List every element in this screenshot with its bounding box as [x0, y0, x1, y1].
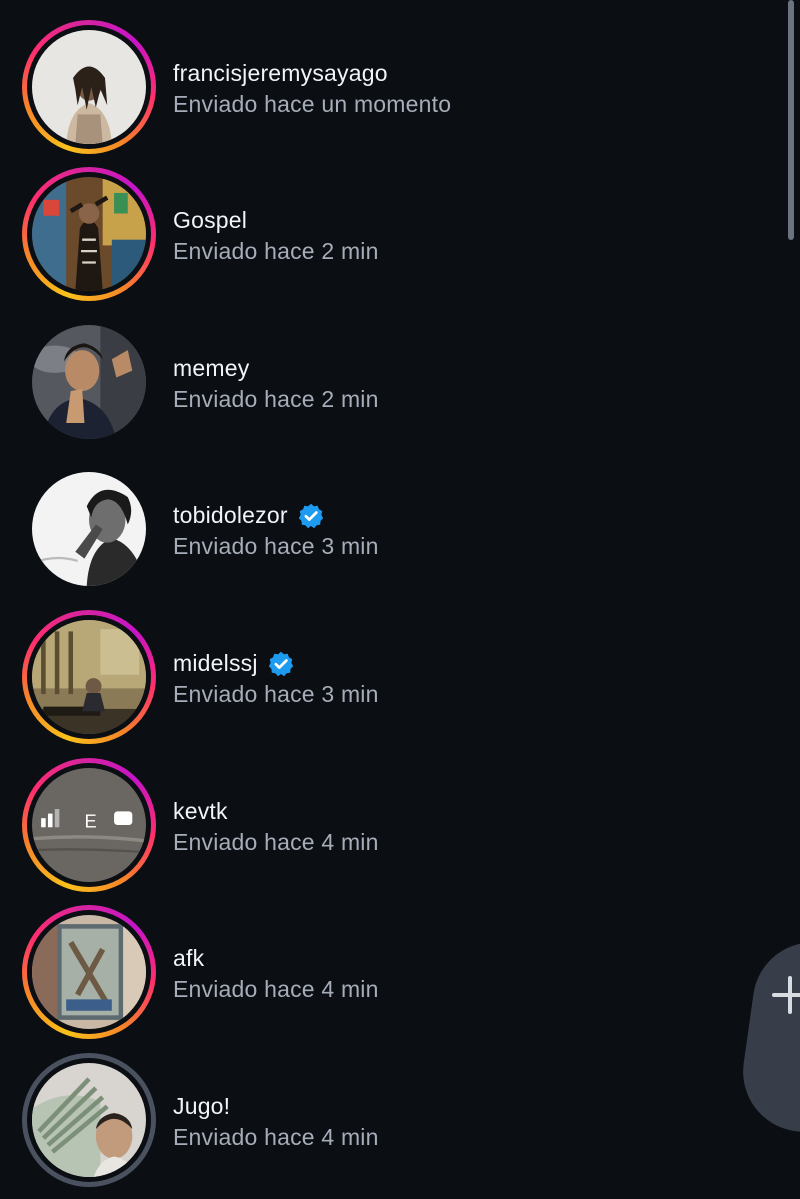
- avatar[interactable]: [32, 325, 146, 439]
- profile-photo-icon: [32, 472, 146, 586]
- row-text: memey Enviado hace 2 min: [173, 352, 379, 413]
- sent-status: Enviado hace 4 min: [173, 828, 379, 855]
- signal-label: E: [84, 810, 96, 831]
- story-ring: [22, 905, 156, 1039]
- avatar[interactable]: [32, 472, 146, 586]
- username: kevtk: [173, 798, 228, 824]
- profile-photo-icon: [32, 1063, 146, 1177]
- list-item[interactable]: afk Enviado hace 4 min: [22, 904, 762, 1040]
- username: memey: [173, 355, 250, 381]
- row-text: Jugo! Enviado hace 4 min: [173, 1090, 379, 1151]
- plus-icon[interactable]: [770, 972, 800, 1018]
- story-ring: [22, 167, 156, 301]
- avatar[interactable]: [32, 1063, 146, 1177]
- row-text: kevtk Enviado hace 4 min: [173, 795, 379, 856]
- row-text: tobidolezor Enviado hace 3 min: [173, 499, 379, 560]
- row-text: afk Enviado hace 4 min: [173, 942, 379, 1003]
- avatar[interactable]: [32, 915, 146, 1029]
- username: francisjeremysayago: [173, 60, 388, 86]
- profile-photo-icon: E: [32, 768, 146, 882]
- profile-photo-icon: [32, 915, 146, 1029]
- list-item[interactable]: Gospel Enviado hace 2 min: [22, 166, 762, 302]
- sent-status: Enviado hace 4 min: [173, 1123, 379, 1150]
- row-text: Gospel Enviado hace 2 min: [173, 204, 379, 265]
- profile-photo-icon: [32, 325, 146, 439]
- story-ring: [22, 20, 156, 154]
- list-item[interactable]: Jugo! Enviado hace 4 min: [22, 1052, 762, 1188]
- avatar[interactable]: [32, 177, 146, 291]
- profile-photo-icon: [32, 30, 146, 144]
- verified-badge-icon: [298, 503, 323, 528]
- username: afk: [173, 945, 205, 971]
- avatar-frame: [22, 315, 156, 449]
- story-ring-seen: [22, 1053, 156, 1187]
- sent-list-screen: francisjeremysayago Enviado hace un mome…: [0, 0, 800, 1199]
- avatar-frame: [22, 462, 156, 596]
- sent-status: Enviado hace 2 min: [173, 237, 379, 264]
- avatar[interactable]: E: [32, 768, 146, 882]
- sent-status: Enviado hace 2 min: [173, 385, 379, 412]
- profile-photo-icon: [32, 177, 146, 291]
- avatar[interactable]: [32, 620, 146, 734]
- sent-status: Enviado hace 4 min: [173, 975, 379, 1002]
- row-text: francisjeremysayago Enviado hace un mome…: [173, 57, 451, 118]
- sent-status: Enviado hace 3 min: [173, 532, 379, 559]
- list-item[interactable]: tobidolezor Enviado hace 3 min: [22, 461, 762, 597]
- story-ring: E: [22, 758, 156, 892]
- sent-status: Enviado hace 3 min: [173, 680, 379, 707]
- username: Jugo!: [173, 1093, 231, 1119]
- username: Gospel: [173, 207, 248, 233]
- list-item[interactable]: E kevtk Enviado hace 4 min: [22, 757, 762, 893]
- profile-photo-icon: [32, 620, 146, 734]
- row-text: midelssj Enviado hace 3 min: [173, 647, 379, 708]
- sent-status: Enviado hace un momento: [173, 90, 452, 117]
- list-item[interactable]: midelssj Enviado hace 3 min: [22, 609, 762, 745]
- list-item[interactable]: memey Enviado hace 2 min: [22, 314, 762, 450]
- list-item[interactable]: francisjeremysayago Enviado hace un mome…: [22, 19, 762, 155]
- username: midelssj: [173, 650, 258, 676]
- username: tobidolezor: [173, 502, 288, 528]
- story-ring: [22, 610, 156, 744]
- avatar[interactable]: [32, 30, 146, 144]
- verified-badge-icon: [268, 651, 293, 676]
- scrollbar[interactable]: [788, 0, 794, 240]
